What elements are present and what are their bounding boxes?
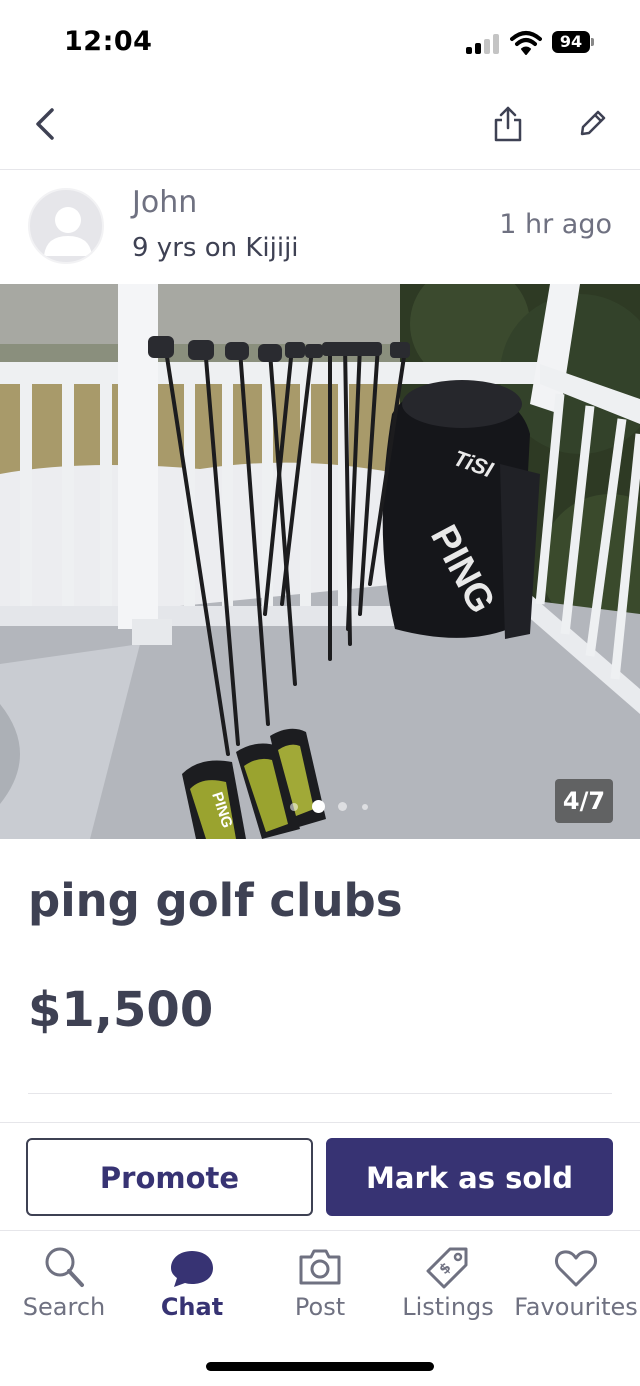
cellular-signal-icon bbox=[466, 34, 502, 54]
status-bar: 12:04 94 bbox=[0, 0, 640, 88]
home-indicator bbox=[206, 1362, 434, 1371]
svg-text:$: $ bbox=[436, 1260, 454, 1278]
tab-label: Search bbox=[22, 1293, 106, 1321]
tab-listings[interactable]: $ Listings bbox=[384, 1231, 512, 1341]
tab-label: Post bbox=[294, 1293, 346, 1321]
divider bbox=[28, 1093, 612, 1094]
chat-bubble-icon bbox=[171, 1251, 213, 1287]
photo-pagination-dots bbox=[290, 800, 380, 813]
seller-tenure: 9 yrs on Kijiji bbox=[132, 233, 299, 263]
listing-photo[interactable]: PING TiSI PING 4/7 bbox=[0, 284, 640, 839]
back-arrow-icon[interactable] bbox=[28, 104, 64, 144]
user-silhouette-icon bbox=[44, 207, 92, 256]
tab-label: Chat bbox=[160, 1293, 224, 1321]
status-time: 12:04 bbox=[64, 26, 153, 57]
seller-name[interactable]: John bbox=[132, 185, 197, 220]
action-bar: Promote Mark as sold bbox=[0, 1122, 640, 1230]
search-icon bbox=[45, 1247, 84, 1287]
tab-post[interactable]: Post bbox=[256, 1231, 384, 1341]
battery-level: 94 bbox=[552, 31, 590, 53]
golf-clubs-photo: PING TiSI PING bbox=[0, 284, 640, 839]
battery-icon: 94 bbox=[552, 31, 594, 53]
listing-title: ping golf clubs bbox=[28, 874, 403, 927]
tab-label: Favourites bbox=[514, 1293, 638, 1321]
photo-counter: 4/7 bbox=[555, 779, 613, 823]
tab-chat[interactable]: Chat bbox=[128, 1231, 256, 1341]
wifi-icon bbox=[510, 31, 542, 55]
tab-label: Listings bbox=[402, 1293, 494, 1321]
avatar[interactable] bbox=[28, 188, 104, 264]
seller-row[interactable]: John 9 yrs on Kijiji 1 hr ago bbox=[0, 171, 640, 284]
edit-pencil-icon[interactable] bbox=[576, 106, 610, 142]
tab-favourites[interactable]: Favourites bbox=[512, 1231, 640, 1341]
posted-time: 1 hr ago bbox=[499, 209, 612, 240]
mark-as-sold-button[interactable]: Mark as sold bbox=[326, 1138, 613, 1216]
price-tag-icon: $ bbox=[426, 1247, 468, 1289]
share-icon[interactable] bbox=[490, 104, 526, 144]
heart-icon bbox=[555, 1250, 597, 1287]
listing-price: $1,500 bbox=[28, 982, 214, 1038]
tab-search[interactable]: Search bbox=[0, 1231, 128, 1341]
camera-icon bbox=[299, 1249, 341, 1285]
nav-header bbox=[0, 88, 640, 170]
promote-button[interactable]: Promote bbox=[26, 1138, 313, 1216]
